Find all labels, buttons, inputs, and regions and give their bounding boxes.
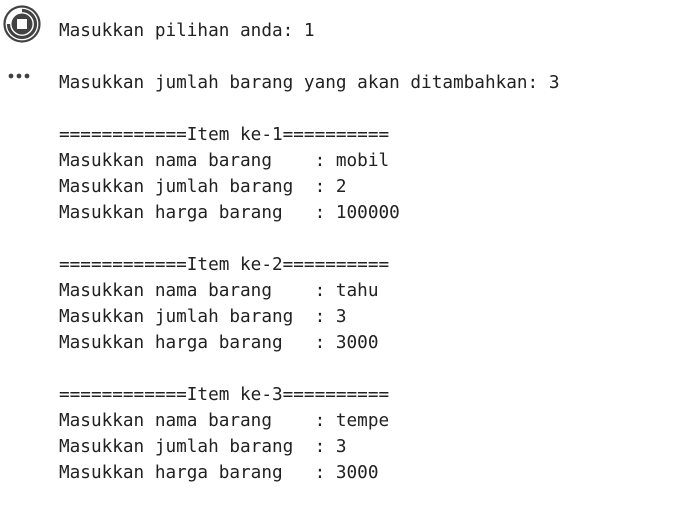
output-line: Masukkan jumlah barang : 3 [59,437,347,457]
output-line: Masukkan nama barang : mobil [59,151,390,171]
output-options-button[interactable] [6,66,36,86]
output-line: Masukkan harga barang : 3000 [59,333,379,353]
output-line: Masukkan nama barang : tempe [59,411,390,431]
output-line: Masukkan jumlah barang : 2 [59,177,347,197]
output-line: Masukkan jumlah barang yang akan ditamba… [59,73,560,93]
output-line: Masukkan harga barang : 100000 [59,203,400,223]
output-line: ============Item ke-2========== [59,255,390,275]
stop-circle-icon [3,5,41,43]
output-line: Masukkan pilihan anda: 1 [59,21,315,41]
more-horizontal-icon [8,73,30,79]
output-line: Masukkan jumlah barang : 3 [59,307,347,327]
stop-execution-button[interactable] [3,5,41,43]
output-line: Masukkan harga barang : 3000 [59,463,379,483]
output-line: ============Item ke-1========== [59,125,390,145]
output-line: ============Item ke-3========== [59,385,390,405]
cell-output: Masukkan pilihan anda: 1 Masukkan jumlah … [59,18,560,486]
output-line: Masukkan nama barang : tahu [59,281,379,301]
